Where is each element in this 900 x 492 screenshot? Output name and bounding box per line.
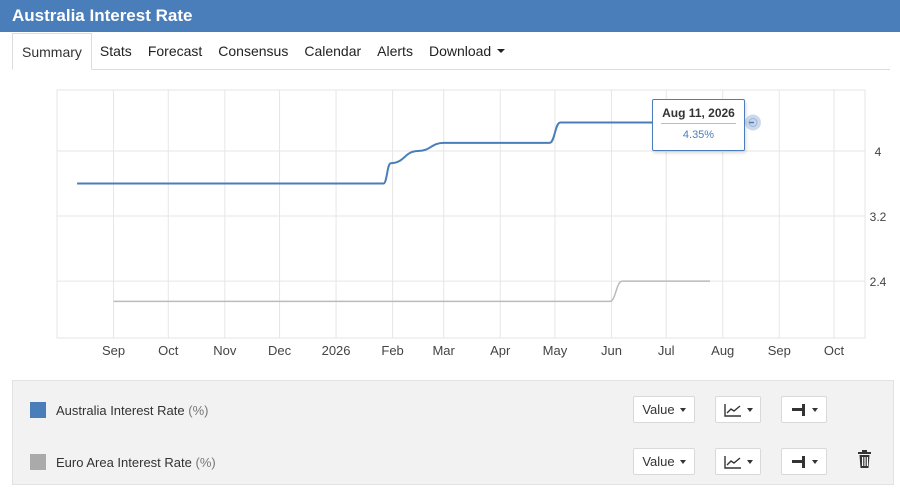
x-tick-label: Feb — [381, 343, 403, 358]
series-label: Euro Area Interest Rate (%) — [56, 455, 216, 470]
axis-position-dropdown[interactable] — [781, 396, 827, 423]
tab-summary[interactable]: Summary — [12, 33, 92, 70]
line-chart-icon — [723, 455, 741, 469]
chevron-down-icon — [811, 407, 818, 412]
x-tick-label: Oct — [158, 343, 179, 358]
axis-position-dropdown[interactable] — [781, 448, 827, 475]
legend-row-australia: Australia Interest Rate (%) Value — [13, 389, 893, 429]
series-unit: (%) — [195, 455, 216, 470]
value-dropdown-label: Value — [642, 402, 675, 417]
tab-stats-label: Stats — [99, 43, 132, 59]
page-header: Australia Interest Rate — [0, 0, 900, 32]
y-axis-labels: 2.4 3.2 4 — [870, 145, 887, 289]
chart-type-dropdown[interactable] — [715, 396, 761, 423]
x-tick-label: Sep — [768, 343, 791, 358]
chevron-down-icon — [679, 407, 686, 412]
value-dropdown[interactable]: Value — [633, 396, 695, 423]
x-tick-label: Nov — [213, 343, 237, 358]
series-color-swatch[interactable] — [30, 454, 46, 470]
line-chart-icon — [723, 403, 741, 417]
series-lines — [77, 121, 741, 303]
chevron-down-icon — [746, 459, 753, 464]
x-tick-label: Oct — [824, 343, 845, 358]
tab-consensus[interactable]: Consensus — [210, 33, 296, 69]
tab-forecast[interactable]: Forecast — [140, 33, 210, 69]
tab-consensus-label: Consensus — [218, 43, 289, 59]
tab-stats[interactable]: Stats — [92, 33, 140, 69]
tooltip-date: Aug 11, 2026 — [661, 106, 736, 124]
y-tick-label: 3.2 — [870, 210, 887, 224]
tab-forecast-label: Forecast — [147, 43, 203, 59]
legend-row-euro-area: Euro Area Interest Rate (%) Value — [13, 441, 893, 481]
x-tick-label: Mar — [432, 343, 455, 358]
tab-alerts-label: Alerts — [377, 43, 413, 59]
tab-download-label: Download — [428, 43, 492, 59]
tab-bar: Summary Stats Forecast Consensus Calenda… — [12, 33, 890, 70]
series-name: Euro Area Interest Rate — [56, 455, 192, 470]
series-line-australia[interactable] — [77, 121, 741, 185]
tab-alerts[interactable]: Alerts — [369, 33, 421, 69]
axis-right-icon — [791, 455, 805, 468]
series-legend-panel: Australia Interest Rate (%) Value Euro A… — [12, 380, 894, 485]
chart-svg: Sep Oct Nov Dec 2026 Feb Mar Apr May Jun Jul Aug Sep… — [56, 89, 887, 358]
x-axis-labels: Sep Oct Nov Dec 2026 Feb Mar Apr May Jun Jul Aug Sep… — [102, 343, 845, 358]
x-tick-label: Apr — [490, 343, 511, 358]
tab-summary-label: Summary — [22, 43, 82, 60]
value-dropdown-label: Value — [642, 454, 675, 469]
chart-type-dropdown[interactable] — [715, 448, 761, 475]
horizontal-gridlines — [57, 150, 865, 282]
tab-download[interactable]: Download — [421, 33, 513, 69]
y-tick-label: 4 — [875, 145, 882, 159]
x-tick-label: Jul — [658, 343, 675, 358]
chart-tooltip: Aug 11, 2026 4.35% — [652, 99, 745, 151]
chevron-down-icon — [497, 49, 506, 53]
x-tick-label: Jun — [601, 343, 622, 358]
series-name: Australia Interest Rate — [56, 403, 185, 418]
delete-series-button[interactable] — [856, 449, 874, 471]
chart-area: Sep Oct Nov Dec 2026 Feb Mar Apr May Jun Jul Aug Sep… — [12, 70, 890, 378]
x-tick-label: 2026 — [322, 343, 351, 358]
value-dropdown[interactable]: Value — [633, 448, 695, 475]
x-tick-label: Sep — [102, 343, 125, 358]
tooltip-value: 4.35% — [682, 129, 715, 141]
trash-icon — [858, 450, 871, 468]
series-color-swatch[interactable] — [30, 402, 46, 418]
chevron-down-icon — [679, 459, 686, 464]
tab-calendar-label: Calendar — [304, 43, 362, 59]
series-label: Australia Interest Rate (%) — [56, 403, 208, 418]
series-unit: (%) — [188, 403, 209, 418]
chevron-down-icon — [811, 459, 818, 464]
x-tick-label: Dec — [268, 343, 292, 358]
tab-calendar[interactable]: Calendar — [296, 33, 369, 69]
axis-right-icon — [791, 403, 805, 416]
y-tick-label: 2.4 — [870, 275, 887, 289]
x-tick-label: May — [543, 343, 568, 358]
series-line-euro-area[interactable] — [113, 280, 711, 303]
chevron-down-icon — [746, 407, 753, 412]
page-title: Australia Interest Rate — [12, 6, 193, 25]
hover-marker — [744, 114, 761, 131]
x-tick-label: Aug — [711, 343, 734, 358]
